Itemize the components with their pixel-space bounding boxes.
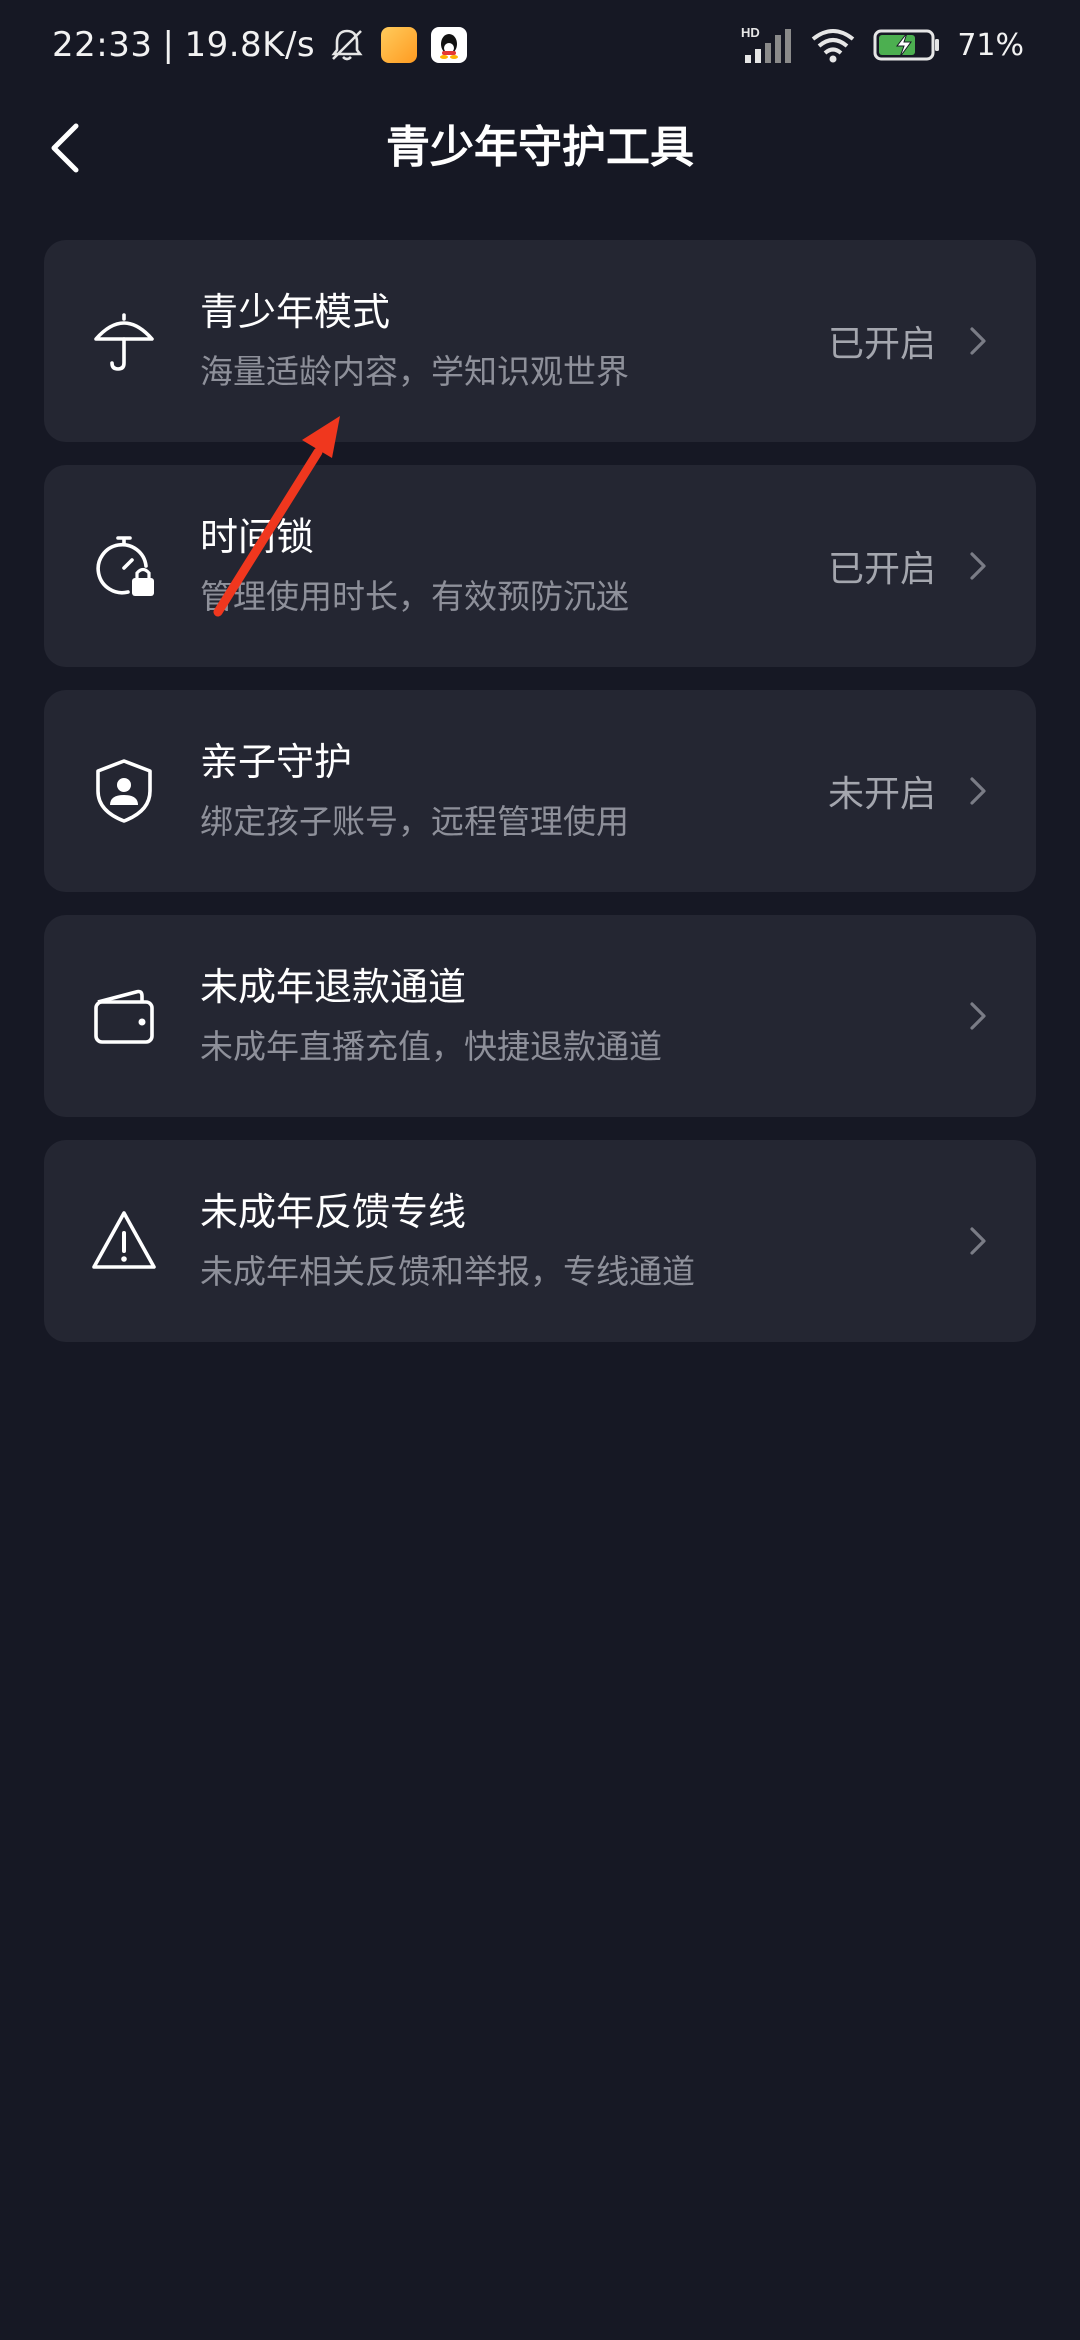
teen-mode-subtitle: 海量适龄内容，学知识观世界 <box>200 352 629 391</box>
signal-icon: HD <box>741 25 792 63</box>
teen-mode-title: 青少年模式 <box>200 290 391 334</box>
minor-refund-subtitle: 未成年直播充值，快捷退款通道 <box>200 1027 662 1066</box>
time-lock-item[interactable]: 时间锁 管理使用时长，有效预防沉迷 已开启 <box>44 465 1036 667</box>
svg-text:HD: HD <box>741 25 760 40</box>
battery-icon <box>873 29 940 61</box>
status-bar: 22:33 | 19.8K/s HD 71% <box>0 0 1080 90</box>
minor-feedback-subtitle: 未成年相关反馈和举报，专线通道 <box>200 1252 695 1291</box>
wifi-icon <box>812 29 855 63</box>
timer-lock-icon <box>96 536 154 596</box>
chevron-right-icon <box>970 1002 986 1030</box>
mute-bell-icon <box>331 29 363 61</box>
shield-person-icon <box>96 759 152 823</box>
teen-mode-status: 已开启 <box>827 324 936 365</box>
status-time: 22:33 <box>52 25 153 65</box>
parental-guard-status: 未开启 <box>827 774 936 815</box>
time-lock-title: 时间锁 <box>200 515 315 559</box>
page-title: 青少年守护工具 <box>386 122 694 173</box>
notes-app-icon <box>381 27 418 63</box>
warning-icon <box>92 1211 156 1269</box>
chevron-right-icon <box>970 552 986 580</box>
status-left: 22:33 | 19.8K/s <box>52 20 468 70</box>
tool-list: 青少年模式 海量适龄内容，学知识观世界 已开启 时间锁 管理使用时长，有效预防沉… <box>44 240 1036 1365</box>
battery-level: 71% <box>957 27 1024 63</box>
time-lock-subtitle: 管理使用时长，有效预防沉迷 <box>200 577 629 616</box>
chevron-right-icon <box>970 327 986 355</box>
minor-refund-title: 未成年退款通道 <box>200 965 467 1009</box>
chevron-right-icon <box>970 1227 986 1255</box>
status-right: HD 71% <box>741 20 1024 70</box>
parental-guard-title: 亲子守护 <box>200 740 353 784</box>
time-lock-status: 已开启 <box>827 549 936 590</box>
header: 青少年守护工具 <box>0 100 1080 196</box>
minor-feedback-item[interactable]: 未成年反馈专线 未成年相关反馈和举报，专线通道 <box>44 1140 1036 1342</box>
minor-feedback-title: 未成年反馈专线 <box>200 1190 467 1234</box>
parental-guard-item[interactable]: 亲子守护 绑定孩子账号，远程管理使用 未开启 <box>44 690 1036 892</box>
umbrella-icon <box>94 313 154 371</box>
parental-guard-subtitle: 绑定孩子账号，远程管理使用 <box>200 802 629 841</box>
qq-app-icon <box>431 27 468 63</box>
teen-mode-item[interactable]: 青少年模式 海量适龄内容，学知识观世界 已开启 <box>44 240 1036 442</box>
chevron-right-icon <box>970 777 986 805</box>
status-net-speed: 19.8K/s <box>184 25 316 65</box>
minor-refund-item[interactable]: 未成年退款通道 未成年直播充值，快捷退款通道 <box>44 915 1036 1117</box>
wallet-icon <box>94 989 154 1044</box>
status-separator: | <box>162 25 175 65</box>
